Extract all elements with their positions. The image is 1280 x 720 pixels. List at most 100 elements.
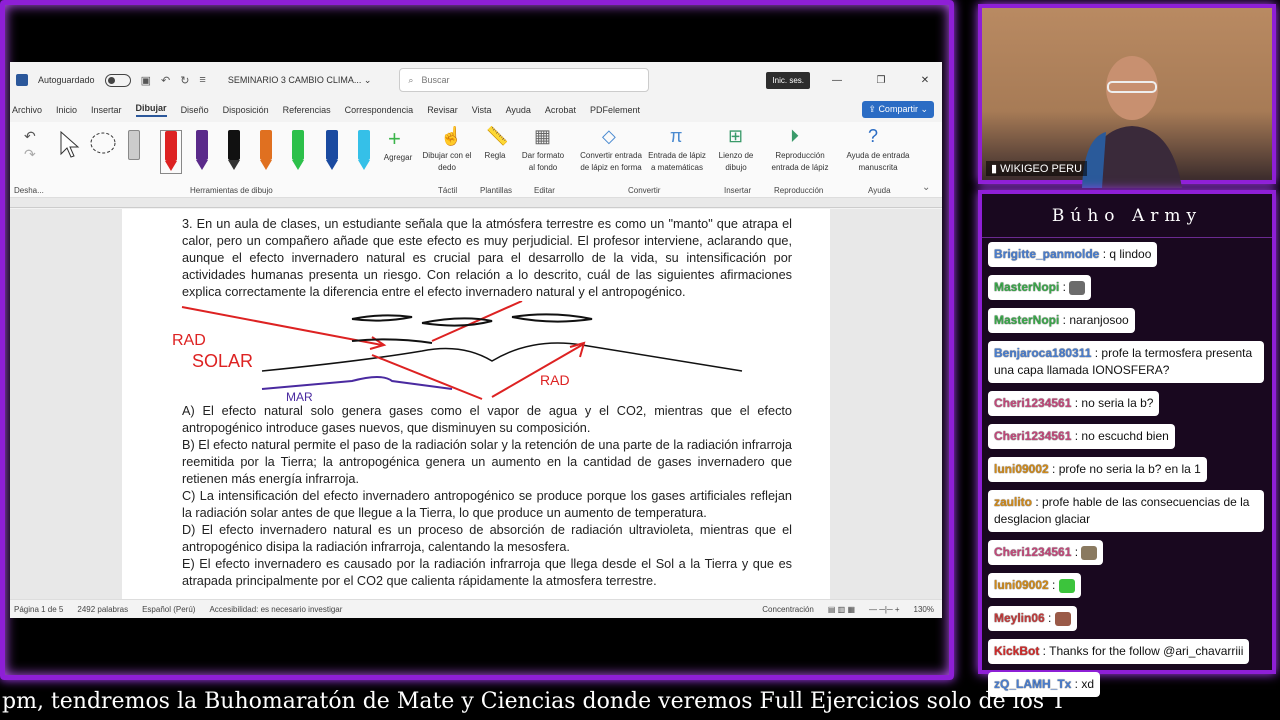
tab-inicio[interactable]: Inicio [56,105,77,115]
playback-group-label: Reproducción [774,186,824,195]
pen-black-icon[interactable] [228,130,240,170]
tab-revisar[interactable]: Revisar [427,105,458,115]
autosave-toggle[interactable] [104,73,131,87]
ink-math-button[interactable]: Entrada de lápiz a matemáticas [646,150,708,174]
bg-format-button[interactable]: Dar formato al fondo [518,150,568,174]
minimize-icon[interactable]: — [820,75,854,86]
tab-insertar[interactable]: Insertar [91,105,122,115]
zoom-level[interactable]: 130% [914,605,934,614]
chat-username[interactable]: Cheri1234561 [994,396,1071,410]
eraser-icon[interactable] [128,130,140,170]
chat-username[interactable]: Brigitte_panmolde [994,247,1099,261]
chat-username[interactable]: MasterNopi [994,280,1059,294]
chat-username[interactable]: luni09002 [994,578,1049,592]
chat-message: luni09002 : profe no seria la b? en la 1 [988,457,1207,482]
tab-referencias[interactable]: Referencias [283,105,331,115]
draw-finger-icon[interactable]: ☝ [440,126,462,147]
canvas-icon[interactable]: ⊞ [728,126,743,147]
close-icon[interactable]: ✕ [908,75,942,86]
tab-disposicion[interactable]: Disposición [223,105,269,115]
pen-red-icon[interactable] [160,130,182,174]
chat-username[interactable]: KickBot [994,644,1039,658]
language-status[interactable]: Español (Perú) [142,605,195,614]
highlighter-green-icon[interactable] [292,130,304,170]
webcam-frame: ▮ WIKIGEO PERU [978,4,1276,188]
word-count[interactable]: 2492 palabras [77,605,128,614]
chat-text: : naranjosoo [1059,313,1129,327]
redo-icon[interactable]: ↷ [24,146,36,163]
highlighter-cyan-icon[interactable] [358,130,370,170]
streamer-avatar [1082,56,1182,188]
pen-blue-icon[interactable] [326,130,338,170]
tab-correspondencia[interactable]: Correspondencia [345,105,414,115]
canvas-button[interactable]: Lienzo de dibujo [714,150,758,174]
tab-acrobat[interactable]: Acrobat [545,105,576,115]
chat-username[interactable]: Benjaroca180311 [994,346,1091,360]
chat-message: MasterNopi : naranjosoo [988,308,1135,333]
chat-message: KickBot : Thanks for the follow @ari_cha… [988,639,1250,664]
question-text: 3. En un aula de clases, un estudiante s… [182,217,792,299]
chat-username[interactable]: zaulito [994,495,1032,509]
undo-icon[interactable]: ↶ [24,128,36,145]
replay-icon[interactable]: ⏵ [790,126,799,147]
edit-group-label: Editar [534,186,555,195]
draw-finger-button[interactable]: Dibujar con el dedo [422,150,472,174]
view-mode-icon[interactable]: ▤ ▥ ▦ [828,605,855,614]
chat-username[interactable]: Meylin06 [994,611,1045,625]
document-title[interactable]: SEMINARIO 3 CAMBIO CLIMA... ⌄ [228,75,372,86]
select-cursor-icon[interactable] [58,130,80,160]
tab-archivo[interactable]: Archivo [12,105,42,115]
ink-help-button[interactable]: Ayuda de entrada manuscrita [842,150,914,174]
document-area[interactable]: 3. En un aula de clases, un estudiante s… [10,209,942,599]
page-count[interactable]: Página 1 de 5 [14,605,63,614]
chat-panel: Búho Army Brigitte_panmolde : q lindoo M… [978,190,1276,697]
chat-username[interactable]: Cheri1234561 [994,429,1071,443]
add-pen-icon[interactable]: + [388,126,401,152]
share-button[interactable]: ⇪ Compartir ⌄ [862,101,934,118]
save-icon[interactable]: ▣ [141,74,151,87]
ink-shape-button[interactable]: Convertir entrada de lápiz en forma [578,150,644,174]
chat-text: : [1048,578,1059,592]
lasso-icon[interactable] [88,130,118,160]
redo-icon[interactable]: ↻ [180,74,189,87]
chat-text: : no seria la b? [1071,396,1154,410]
chat-text: : profe no seria la b? en la 1 [1048,462,1201,476]
focus-button[interactable]: Concentración [762,605,814,614]
ink-math-icon[interactable]: π [670,126,682,147]
chat-username[interactable]: MasterNopi [994,313,1059,327]
ruler-button[interactable]: Regla [480,150,510,162]
chat-username[interactable]: luni09002 [994,462,1049,476]
chat-message: MasterNopi : [988,275,1092,300]
pen-orange-icon[interactable] [260,130,272,170]
signal-icon: ▮ [991,163,998,175]
help-icon[interactable]: ? [868,126,878,147]
ruler-icon[interactable]: 📏 [486,126,508,147]
emote-icon [1081,545,1098,560]
zoom-slider[interactable]: — ─|─ + [869,605,900,614]
add-pen-label[interactable]: Agregar [380,152,416,164]
search-input[interactable]: ⌕ Buscar [399,68,650,92]
chat-message: Benjaroca180311 : profe la termosfera pr… [988,341,1264,383]
option-e: E) El efecto invernadero es causado por … [182,557,792,588]
accessibility-status[interactable]: Accesibilidad: es necesario investigar [209,605,342,614]
customize-icon[interactable]: ≡ [199,74,205,86]
word-logo-icon [16,74,28,86]
signin-button[interactable]: Inic. ses. [766,71,810,89]
chevron-down-icon[interactable]: ⌄ [922,182,930,193]
background-icon[interactable]: ▦ [534,126,551,147]
restore-icon[interactable]: ❐ [864,75,898,86]
chat-text: : q lindoo [1099,247,1152,261]
sketch-solar-label: SOLAR [192,351,253,371]
tab-vista[interactable]: Vista [472,105,492,115]
pen-purple-icon[interactable] [196,130,208,170]
tab-diseno[interactable]: Diseño [181,105,209,115]
chat-username[interactable]: Cheri1234561 [994,545,1071,559]
tab-ayuda[interactable]: Ayuda [506,105,531,115]
ink-shape-icon[interactable]: ◇ [602,126,616,147]
tab-pdfelement[interactable]: PDFelement [590,105,640,115]
tab-dibujar[interactable]: Dibujar [135,103,167,117]
option-b: B) El efecto natural permite el paso de … [182,438,792,486]
document-page[interactable]: 3. En un aula de clases, un estudiante s… [122,209,830,599]
replay-button[interactable]: Reproducción entrada de lápiz [764,150,836,174]
undo-icon[interactable]: ↶ [161,74,170,87]
